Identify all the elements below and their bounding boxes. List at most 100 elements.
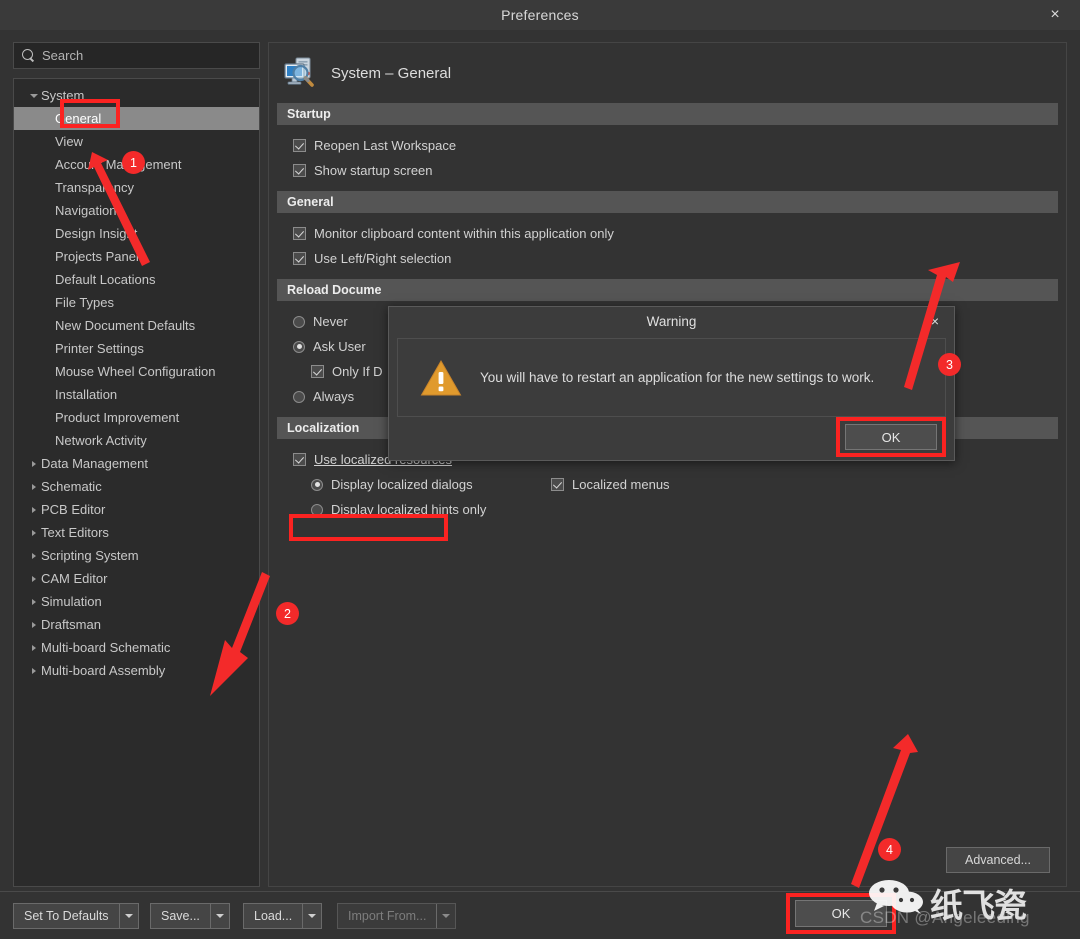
chevron-down-icon[interactable] [210, 904, 229, 928]
radio-icon[interactable] [311, 479, 323, 491]
section-body-general: Monitor clipboard content within this ap… [269, 213, 1066, 279]
window-titlebar: Preferences × [0, 0, 1080, 30]
chevron-right-icon[interactable] [27, 576, 41, 582]
chevron-right-icon[interactable] [27, 622, 41, 628]
checkbox-icon[interactable] [293, 139, 306, 152]
search-placeholder: Search [42, 48, 83, 63]
preferences-ok-button[interactable]: OK [795, 900, 887, 927]
close-icon[interactable]: × [1042, 4, 1068, 26]
sidebar-item-network-activity[interactable]: Network Activity [14, 429, 259, 452]
sidebar-item-default-locations[interactable]: Default Locations [14, 268, 259, 291]
radio-icon[interactable] [293, 391, 305, 403]
checkbox-icon[interactable] [293, 227, 306, 240]
system-general-icon [283, 57, 319, 89]
sidebar-item-data-management[interactable]: Data Management [14, 452, 259, 475]
button-label: Save... [151, 904, 210, 928]
chevron-down-icon[interactable] [302, 904, 321, 928]
sidebar-item-general[interactable]: General [14, 107, 259, 130]
search-input[interactable]: Search [13, 42, 260, 69]
sidebar-item-projects-panel[interactable]: Projects Panel [14, 245, 259, 268]
sidebar-item-design-insight[interactable]: Design Insight [14, 222, 259, 245]
sidebar-item-transparency[interactable]: Transparency [14, 176, 259, 199]
sidebar-item-new-document-defaults[interactable]: New Document Defaults [14, 314, 259, 337]
sidebar-item-scripting-system[interactable]: Scripting System [14, 544, 259, 567]
section-body-startup: Reopen Last Workspace Show startup scree… [269, 125, 1066, 191]
chevron-right-icon[interactable] [27, 484, 41, 490]
chevron-right-icon[interactable] [27, 461, 41, 467]
sidebar-item-label: View [55, 134, 83, 149]
sidebar-item-installation[interactable]: Installation [14, 383, 259, 406]
chevron-down-icon[interactable] [119, 904, 138, 928]
chevron-right-icon[interactable] [27, 668, 41, 674]
checkbox-localized-menus[interactable]: Localized menus [551, 472, 670, 497]
sidebar-item-system[interactable]: System [14, 84, 259, 107]
chevron-right-icon[interactable] [27, 507, 41, 513]
sidebar-item-file-types[interactable]: File Types [14, 291, 259, 314]
advanced-button[interactable]: Advanced... [946, 847, 1050, 873]
search-icon [22, 49, 35, 62]
option-label: Never [313, 314, 348, 329]
sidebar-item-account-management[interactable]: Account Management [14, 153, 259, 176]
checkbox-show-startup-screen[interactable]: Show startup screen [293, 158, 1066, 183]
checkbox-monitor-clipboard[interactable]: Monitor clipboard content within this ap… [293, 221, 1066, 246]
save-button[interactable]: Save... [150, 903, 230, 929]
sidebar-item-simulation[interactable]: Simulation [14, 590, 259, 613]
option-label: Use Left/Right selection [314, 251, 451, 266]
sidebar-item-draftsman[interactable]: Draftsman [14, 613, 259, 636]
checkbox-icon[interactable] [551, 478, 564, 491]
chevron-down-icon[interactable] [27, 94, 41, 98]
option-label: Only If D [332, 364, 383, 379]
radio-icon[interactable] [293, 341, 305, 353]
import-from-button: Import From... [337, 903, 456, 929]
sidebar-item-pcb-editor[interactable]: PCB Editor [14, 498, 259, 521]
sidebar-item-view[interactable]: View [14, 130, 259, 153]
checkbox-icon[interactable] [293, 164, 306, 177]
chevron-right-icon[interactable] [27, 599, 41, 605]
page-title: System – General [331, 65, 451, 82]
checkbox-icon[interactable] [293, 453, 306, 466]
sidebar: Search System General View Account Manageme… [13, 42, 260, 887]
sidebar-item-label: Printer Settings [55, 341, 144, 356]
checkbox-icon[interactable] [311, 365, 324, 378]
chevron-right-icon[interactable] [27, 530, 41, 536]
sidebar-item-label: Network Activity [55, 433, 147, 448]
checkbox-icon[interactable] [293, 252, 306, 265]
close-icon[interactable]: × [925, 311, 945, 331]
warning-dialog-title: Warning [647, 314, 697, 329]
sidebar-item-label: General [55, 111, 101, 126]
checkbox-use-left-right-selection[interactable]: Use Left/Right selection [293, 246, 1066, 271]
sidebar-item-label: Draftsman [41, 617, 101, 632]
sidebar-item-text-editors[interactable]: Text Editors [14, 521, 259, 544]
sidebar-item-product-improvement[interactable]: Product Improvement [14, 406, 259, 429]
sidebar-item-cam-editor[interactable]: CAM Editor [14, 567, 259, 590]
sidebar-item-label: Multi-board Assembly [41, 663, 165, 678]
radio-icon[interactable] [311, 504, 323, 516]
sidebar-item-printer-settings[interactable]: Printer Settings [14, 337, 259, 360]
option-label: Display localized hints only [331, 502, 486, 517]
sidebar-item-schematic[interactable]: Schematic [14, 475, 259, 498]
sidebar-item-label: New Document Defaults [55, 318, 195, 333]
option-label: Show startup screen [314, 163, 433, 178]
load-button[interactable]: Load... [243, 903, 322, 929]
chevron-right-icon[interactable] [27, 645, 41, 651]
sidebar-item-label: Product Improvement [55, 410, 179, 425]
warning-dialog-footer: OK [389, 417, 954, 461]
sidebar-item-navigation[interactable]: Navigation [14, 199, 259, 222]
radio-display-localized-dialogs[interactable]: Display localized dialogs [293, 472, 523, 497]
warning-dialog-ok-button[interactable]: OK [845, 424, 937, 450]
sidebar-item-label: Default Locations [55, 272, 155, 287]
radio-icon[interactable] [293, 316, 305, 328]
warning-dialog-message: You will have to restart an application … [480, 370, 874, 385]
checkbox-reopen-last-workspace[interactable]: Reopen Last Workspace [293, 133, 1066, 158]
button-label: Load... [244, 904, 302, 928]
sidebar-item-multi-board-assembly[interactable]: Multi-board Assembly [14, 659, 259, 682]
radio-display-localized-hints-only[interactable]: Display localized hints only [293, 497, 523, 522]
section-header-startup: Startup [277, 103, 1058, 125]
settings-tree[interactable]: System General View Account ManagementTrans… [13, 78, 260, 887]
sidebar-item-label: Schematic [41, 479, 102, 494]
sidebar-item-multi-board-schematic[interactable]: Multi-board Schematic [14, 636, 259, 659]
sidebar-item-mouse-wheel-configuration[interactable]: Mouse Wheel Configuration [14, 360, 259, 383]
set-to-defaults-button[interactable]: Set To Defaults [13, 903, 139, 929]
sidebar-item-label: CAM Editor [41, 571, 107, 586]
chevron-right-icon[interactable] [27, 553, 41, 559]
